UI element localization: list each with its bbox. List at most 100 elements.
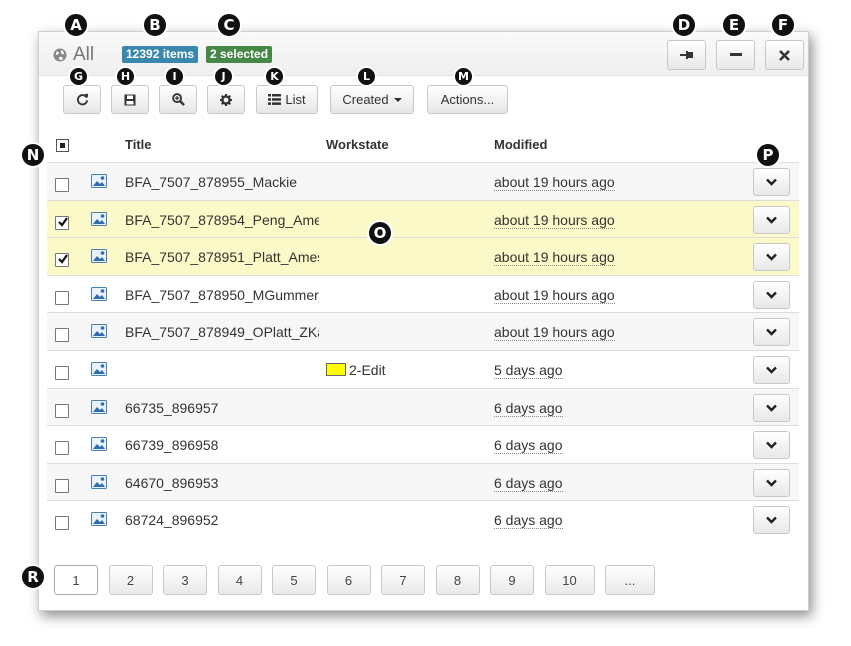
- table-body: BFA_7507_878955_Mackie about 19 hours ago…: [47, 162, 799, 538]
- row-actions-button[interactable]: [753, 506, 790, 535]
- table-row[interactable]: 68724_896952 6 days ago: [47, 500, 799, 538]
- page-button-7[interactable]: 7: [381, 565, 425, 595]
- row-workstate: 2-Edit: [326, 362, 386, 378]
- row-actions-button[interactable]: [753, 318, 790, 347]
- actions-label: Actions...: [440, 92, 495, 107]
- image-file-icon: [91, 211, 107, 226]
- row-actions-button[interactable]: [753, 431, 790, 460]
- page-button-1[interactable]: 1: [54, 565, 98, 595]
- page-more-button[interactable]: ...: [605, 565, 655, 595]
- row-checkbox[interactable]: [55, 441, 69, 456]
- row-actions-button[interactable]: [753, 168, 790, 196]
- checkmark-icon: [58, 216, 68, 227]
- minimize-button[interactable]: [716, 40, 755, 70]
- caret-down-icon: [393, 97, 402, 102]
- pin-button[interactable]: [667, 40, 706, 70]
- callout-i: I: [164, 66, 185, 87]
- select-all-checkbox[interactable]: [56, 139, 69, 152]
- page-button-8[interactable]: 8: [435, 565, 480, 595]
- save-button[interactable]: [111, 85, 149, 114]
- row-modified: 6 days ago: [494, 512, 563, 530]
- row-actions-button[interactable]: [753, 393, 790, 422]
- row-actions-button[interactable]: [753, 243, 790, 272]
- image-file-icon: [91, 361, 107, 376]
- table-row[interactable]: BFA_7507_878951_Platt_Ames_I about 19 hou…: [47, 237, 799, 275]
- list-view-label: List: [285, 92, 306, 107]
- row-checkbox[interactable]: [55, 328, 69, 343]
- row-modified: about 19 hours ago: [494, 174, 615, 191]
- row-actions-button[interactable]: [753, 468, 790, 497]
- image-file-icon: [91, 399, 107, 414]
- row-checkbox[interactable]: [55, 478, 69, 493]
- row-checkbox[interactable]: [55, 215, 69, 230]
- chevron-down-icon: [766, 441, 777, 449]
- table-row[interactable]: 2-Edit 5 days ago: [47, 349, 799, 388]
- settings-button[interactable]: [207, 85, 245, 114]
- row-workstate-label: 2-Edit: [349, 361, 386, 378]
- minus-icon: [729, 53, 742, 56]
- callout-c: C: [216, 12, 242, 38]
- row-title: BFA_7507_878950_MGummer_I: [125, 286, 319, 303]
- row-title: 68724_896952: [125, 512, 219, 529]
- row-actions-button[interactable]: [753, 205, 790, 234]
- close-button[interactable]: [765, 40, 804, 70]
- column-modified: Modified: [494, 137, 548, 152]
- items-count-badge: 12392 items: [122, 46, 199, 63]
- row-checkbox[interactable]: [55, 290, 69, 305]
- row-checkbox[interactable]: [55, 253, 69, 268]
- image-file-icon: [91, 512, 107, 527]
- list-view-button[interactable]: List: [256, 85, 318, 114]
- row-actions-button[interactable]: [753, 355, 790, 384]
- row-checkbox[interactable]: [55, 403, 69, 418]
- view-title: All: [73, 44, 95, 65]
- zoom-button[interactable]: [159, 85, 197, 114]
- row-modified: about 19 hours ago: [494, 324, 615, 342]
- row-modified: 6 days ago: [494, 437, 563, 455]
- table-row[interactable]: BFA_7507_878949_OPlatt_ZKaza about 19 hou…: [47, 312, 799, 350]
- table-row[interactable]: 66739_896958 6 days ago: [47, 425, 799, 463]
- checkmark-icon: [58, 254, 68, 264]
- page-button-6[interactable]: 6: [326, 565, 371, 595]
- refresh-icon: [76, 93, 88, 106]
- callout-p: P: [755, 142, 781, 168]
- chevron-down-icon: [766, 178, 777, 186]
- page-button-3[interactable]: 3: [163, 565, 207, 595]
- row-title: 64670_896953: [125, 474, 219, 491]
- row-checkbox[interactable]: [55, 365, 69, 380]
- chevron-down-icon: [766, 216, 777, 224]
- table-row[interactable]: BFA_7507_878954_Peng_Ames about 19 hours …: [47, 199, 799, 238]
- row-actions-button[interactable]: [753, 280, 790, 309]
- refresh-button[interactable]: [63, 85, 101, 114]
- table-row[interactable]: 66735_896957 6 days ago: [47, 387, 799, 426]
- callout-d: D: [671, 12, 697, 38]
- table-row[interactable]: BFA_7507_878950_MGummer_I about 19 hours …: [47, 274, 799, 313]
- toolbar: List Created Actions...: [39, 76, 808, 122]
- callout-o: O: [367, 220, 393, 246]
- row-title: 66735_896957: [125, 399, 219, 416]
- zoom-in-icon: [171, 93, 185, 106]
- chevron-down-icon: [766, 329, 777, 337]
- row-checkbox[interactable]: [55, 516, 69, 531]
- callout-f: F: [770, 12, 796, 38]
- callout-g: G: [68, 66, 89, 87]
- row-modified: about 19 hours ago: [494, 286, 615, 304]
- page-button-4[interactable]: 4: [217, 565, 262, 595]
- chevron-down-icon: [766, 404, 777, 412]
- page-button-5[interactable]: 5: [272, 565, 316, 595]
- callout-r: R: [20, 564, 46, 590]
- table-row[interactable]: 64670_896953 6 days ago: [47, 462, 799, 501]
- row-title: BFA_7507_878951_Platt_Ames_I: [125, 249, 319, 266]
- asset-list-panel: All 12392 items 2 selected List Created …: [38, 31, 809, 611]
- actions-button[interactable]: Actions...: [427, 85, 508, 114]
- pin-icon: [679, 51, 693, 59]
- page-button-9[interactable]: 9: [490, 565, 534, 595]
- chevron-down-icon: [766, 291, 777, 299]
- sort-dropdown-button[interactable]: Created: [330, 85, 414, 114]
- table-row[interactable]: BFA_7507_878955_Mackie about 19 hours ago: [47, 162, 799, 200]
- row-checkbox[interactable]: [55, 178, 69, 192]
- page-button-2[interactable]: 2: [108, 565, 153, 595]
- callout-m: M: [453, 66, 474, 87]
- column-title: Title: [125, 137, 152, 152]
- workstate-color-swatch: [326, 362, 346, 376]
- page-button-10[interactable]: 10: [544, 565, 595, 595]
